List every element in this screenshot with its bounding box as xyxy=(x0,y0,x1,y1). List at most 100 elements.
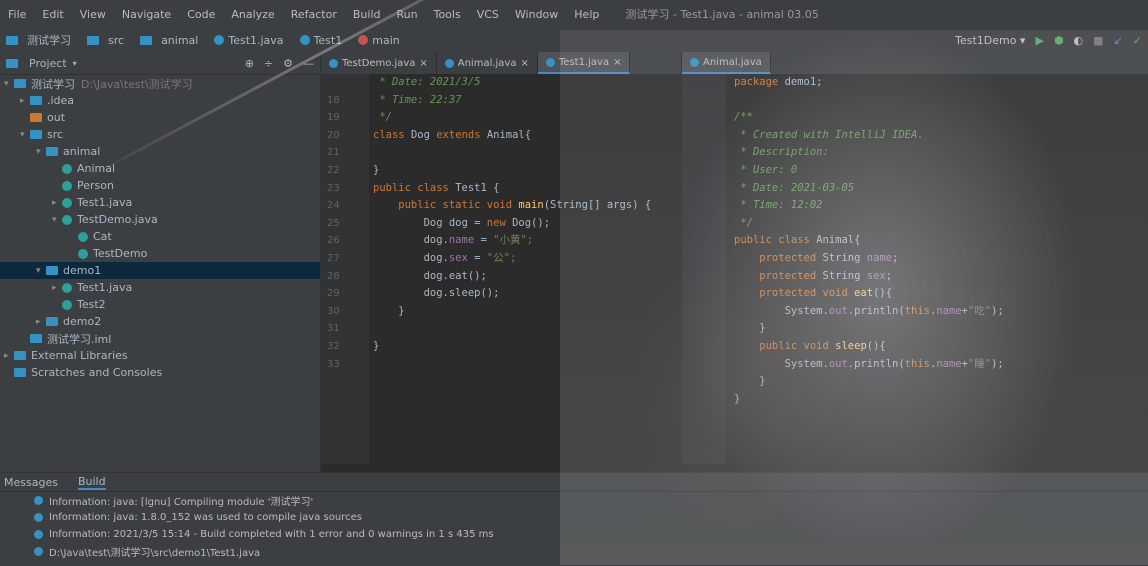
editor-tab[interactable]: Test1.java × xyxy=(537,52,631,74)
tree-item[interactable]: ▸ .idea xyxy=(0,92,320,109)
build-message-text: Information: java: 1.8.0_152 was used to… xyxy=(49,512,362,523)
chevron-right-icon[interactable]: ▸ xyxy=(52,283,62,293)
menu-item-analyze[interactable]: Analyze xyxy=(231,8,274,21)
collapse-icon[interactable]: ÷ xyxy=(264,57,273,70)
menu-item-view[interactable]: View xyxy=(80,8,106,21)
tree-item[interactable]: Scratches and Consoles xyxy=(0,364,320,381)
code-token: public class xyxy=(373,181,456,194)
menu-item-navigate[interactable]: Navigate xyxy=(122,8,171,21)
code-line: dog.eat(); xyxy=(369,268,681,286)
gear-icon[interactable]: ⚙ xyxy=(283,57,293,70)
close-icon[interactable]: × xyxy=(521,58,529,69)
right-line-gutter xyxy=(682,74,726,464)
close-icon[interactable]: × xyxy=(613,57,621,68)
tree-item[interactable]: ▾ TestDemo.java xyxy=(0,211,320,228)
chevron-down-icon[interactable]: ▾ xyxy=(52,215,62,225)
breadcrumb-item[interactable]: Test1.java xyxy=(214,34,284,47)
vcs-update-icon[interactable]: ↙ xyxy=(1114,34,1123,47)
tree-item[interactable]: Animal xyxy=(0,160,320,177)
code-token: /** xyxy=(734,111,753,124)
chevron-down-icon[interactable]: ▾ xyxy=(73,59,77,68)
code-line: dog.sleep(); xyxy=(369,285,681,303)
locate-icon[interactable]: ⊕ xyxy=(245,57,254,70)
tree-item[interactable]: ▸ External Libraries xyxy=(0,347,320,364)
editor-tab[interactable]: Animal.java × xyxy=(437,52,538,74)
stop-icon[interactable]: ■ xyxy=(1093,34,1103,47)
breadcrumb-item[interactable]: src xyxy=(87,34,124,47)
menu-item-help[interactable]: Help xyxy=(574,8,599,21)
class-icon xyxy=(444,58,454,68)
breadcrumb-item[interactable]: main xyxy=(358,34,400,47)
code-token: name xyxy=(936,357,962,370)
build-message[interactable]: Information: java: 1.8.0_152 was used to… xyxy=(0,509,1148,526)
debug-icon[interactable]: ⬢ xyxy=(1054,34,1064,47)
menu-item-run[interactable]: Run xyxy=(397,8,418,21)
menu-item-file[interactable]: File xyxy=(8,8,26,21)
code-token: String xyxy=(822,269,867,282)
tree-item[interactable]: ▾ animal xyxy=(0,143,320,160)
editor-tab[interactable]: TestDemo.java × xyxy=(321,52,437,74)
coverage-icon[interactable]: ◐ xyxy=(1074,34,1084,47)
build-message[interactable]: Information: 2021/3/5 15:14 - Build comp… xyxy=(0,526,1148,543)
run-icon[interactable]: ▶ xyxy=(1035,34,1043,47)
tree-item[interactable]: out xyxy=(0,109,320,126)
chevron-down-icon[interactable]: ▾ xyxy=(36,147,46,157)
code-editor[interactable]: * Date: 2021/3/5 * Time: 22:37 */ class D… xyxy=(369,74,681,464)
menu-item-vcs[interactable]: VCS xyxy=(477,8,499,21)
right-code-editor[interactable]: package demo1; /** * Created with Intelli… xyxy=(726,74,1148,464)
editor-tab[interactable]: Animal.java xyxy=(682,52,771,74)
tree-item[interactable]: Test2 xyxy=(0,296,320,313)
class-icon xyxy=(62,180,72,191)
code-token: dog. xyxy=(373,251,449,264)
chevron-down-icon[interactable]: ▾ xyxy=(36,266,46,276)
line-number: 28 xyxy=(327,270,340,282)
code-line: public void sleep(){ xyxy=(726,338,1148,356)
menu-item-window[interactable]: Window xyxy=(515,8,558,21)
tree-item-label: TestDemo xyxy=(93,247,148,260)
tree-item[interactable]: ▸ demo2 xyxy=(0,313,320,330)
chevron-down-icon[interactable]: ▾ xyxy=(4,79,14,89)
breadcrumb: 测试学习 src animal Test1.java Test1 main xyxy=(0,32,410,48)
class-icon xyxy=(62,163,72,174)
breadcrumb-item[interactable]: Test1 xyxy=(299,34,342,47)
tree-item[interactable]: ▸ Test1.java xyxy=(0,194,320,211)
breadcrumb-item[interactable]: 测试学习 xyxy=(6,32,71,48)
bottom-tab-build[interactable]: Build xyxy=(77,475,106,490)
tree-item[interactable]: 测试学习.iml xyxy=(0,330,320,347)
chevron-right-icon[interactable]: ▸ xyxy=(4,351,14,361)
tree-item[interactable]: ▾ 测试学习 D:\Java\test\测试学习 xyxy=(0,75,320,92)
code-token: "睡" xyxy=(967,357,992,370)
tree-item[interactable]: Cat xyxy=(0,228,320,245)
vcs-commit-icon[interactable]: ✓ xyxy=(1133,34,1142,47)
menu-item-build[interactable]: Build xyxy=(353,8,381,21)
bottom-tab-messages[interactable]: Messages xyxy=(4,476,58,489)
code-line: * User: 0 xyxy=(726,162,1148,180)
chevron-right-icon[interactable]: ▸ xyxy=(52,198,62,208)
chevron-right-icon[interactable]: ▸ xyxy=(20,96,30,106)
menu-item-refactor[interactable]: Refactor xyxy=(291,8,337,21)
menu-item-edit[interactable]: Edit xyxy=(42,8,63,21)
tree-item[interactable]: Person xyxy=(0,177,320,194)
chevron-right-icon[interactable]: ▸ xyxy=(36,317,46,327)
breadcrumb-item[interactable]: animal xyxy=(140,34,198,47)
build-message[interactable]: D:\Java\test\测试学习\src\demo1\Test1.java xyxy=(0,543,1148,560)
tree-item[interactable]: TestDemo xyxy=(0,245,320,262)
folder-icon xyxy=(46,147,58,156)
code-token: name xyxy=(448,234,475,247)
tree-item[interactable]: ▾ demo1 xyxy=(0,262,320,279)
chevron-down-icon[interactable]: ▾ xyxy=(20,130,30,140)
menu-item-tools[interactable]: Tools xyxy=(434,8,461,21)
info-icon xyxy=(34,496,43,505)
build-message[interactable]: Information: java: [lgnu] Compiling modu… xyxy=(0,492,1148,509)
tree-item[interactable]: ▾ src xyxy=(0,126,320,143)
build-message-text: D:\Java\test\测试学习\src\demo1\Test1.java xyxy=(49,548,261,559)
project-panel-title[interactable]: Project xyxy=(29,57,67,70)
run-config-select[interactable]: Test1Demo ▾ xyxy=(955,34,1025,47)
menu-item-code[interactable]: Code xyxy=(187,8,215,21)
tree-item[interactable]: ▸ Test1.java xyxy=(0,279,320,296)
code-token: "吃" xyxy=(967,304,992,317)
excluded-folder-icon xyxy=(30,113,42,122)
hide-icon[interactable]: — xyxy=(303,57,314,70)
close-icon[interactable]: × xyxy=(419,58,427,69)
code-token: (){ xyxy=(873,287,893,300)
